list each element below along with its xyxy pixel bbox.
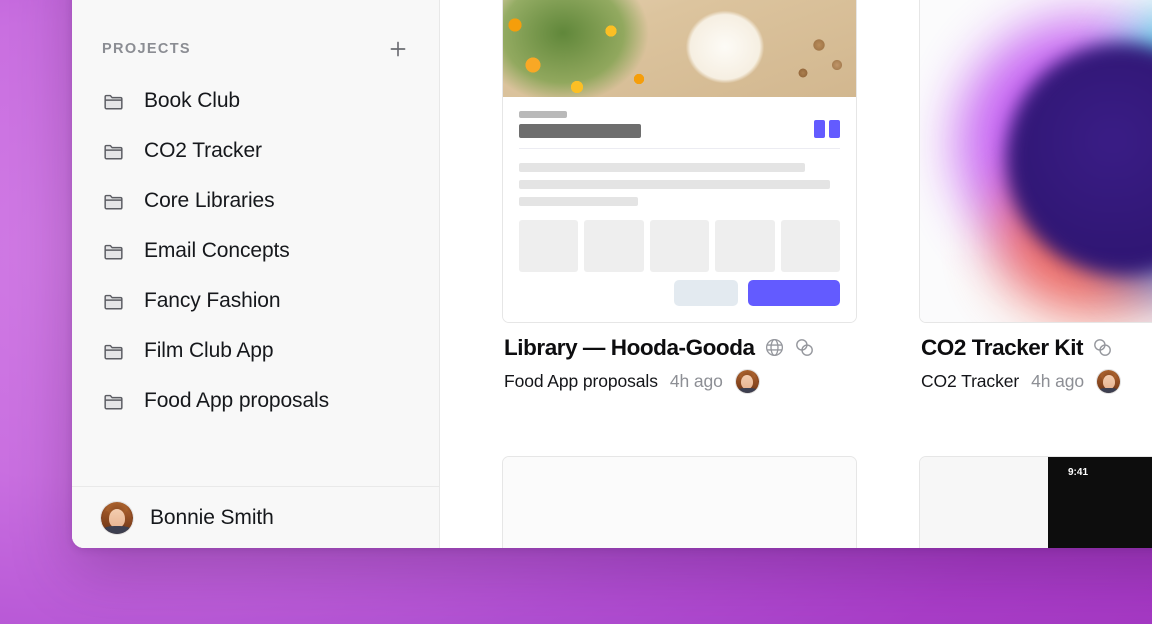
- mockup-hero-image: [503, 0, 856, 97]
- folder-icon: [100, 288, 126, 314]
- mockup-secondary-button: [674, 280, 738, 306]
- sidebar-item-fancy-fashion[interactable]: Fancy Fashion: [72, 276, 439, 326]
- mockup-buttons: [503, 280, 856, 322]
- globe-icon: [764, 337, 785, 358]
- file-card-library-hooda-gooda[interactable]: Library — Hooda-Gooda: [502, 0, 857, 394]
- folder-icon: [100, 88, 126, 114]
- phone-mockup: 9:41: [920, 457, 1152, 548]
- sidebar-item-core-libraries[interactable]: Core Libraries: [72, 176, 439, 226]
- file-project: CO2 Tracker: [921, 371, 1019, 392]
- strip-thumb: [650, 220, 709, 272]
- strip-thumb: [781, 220, 840, 272]
- file-title: Library — Hooda-Gooda: [504, 335, 755, 361]
- mockup-text-lines: [503, 149, 856, 206]
- user-name: Bonnie Smith: [150, 506, 274, 530]
- file-updated: 4h ago: [1031, 371, 1084, 392]
- main-content: Library — Hooda-Gooda: [440, 0, 1152, 548]
- sidebar-item-food-app-proposals[interactable]: Food App proposals: [72, 376, 439, 426]
- sidebar-section-projects: PROJECTS: [72, 22, 439, 76]
- mockup-title-bar: [519, 124, 641, 138]
- sidebar-item-label: Email Concepts: [144, 239, 290, 263]
- sidebar-item-label: Book Club: [144, 89, 240, 113]
- sidebar-item-label: Fancy Fashion: [144, 289, 280, 313]
- file-grid: Library — Hooda-Gooda: [502, 0, 1152, 548]
- phone-screen: 9:41: [1048, 457, 1152, 548]
- file-thumbnail[interactable]: [502, 0, 857, 323]
- strip-thumb: [584, 220, 643, 272]
- file-subinfo: Food App proposals 4h ago: [504, 369, 855, 394]
- sidebar: Trash PROJECTS Book Club: [72, 0, 440, 548]
- file-thumbnail[interactable]: [919, 0, 1152, 323]
- folder-icon: [100, 238, 126, 264]
- file-subinfo: CO2 Tracker 4h ago: [921, 369, 1152, 394]
- strip-thumb: [715, 220, 774, 272]
- file-card-row2-2[interactable]: 9:41: [919, 456, 1152, 548]
- file-card-row2-1[interactable]: [502, 456, 857, 548]
- component-icon: [1092, 337, 1113, 358]
- file-title: CO2 Tracker Kit: [921, 335, 1083, 361]
- mockup-eyebrow-bar: [519, 111, 567, 118]
- folder-icon: [100, 188, 126, 214]
- file-meta: Library — Hooda-Gooda: [502, 323, 857, 394]
- sidebar-item-book-club[interactable]: Book Club: [72, 76, 439, 126]
- folder-icon: [100, 388, 126, 414]
- sidebar-item-label: Core Libraries: [144, 189, 275, 213]
- folder-icon: [100, 338, 126, 364]
- file-title-row: Library — Hooda-Gooda: [504, 335, 855, 361]
- mockup-thumbnail-strip: [503, 206, 856, 272]
- status-time: 9:41: [1068, 467, 1088, 478]
- file-title-row: CO2 Tracker Kit: [921, 335, 1152, 361]
- mockup-action-squares: [814, 120, 840, 138]
- folder-icon: [100, 138, 126, 164]
- section-title: PROJECTS: [102, 41, 191, 57]
- component-icon: [794, 337, 815, 358]
- avatar: [1096, 369, 1121, 394]
- file-card-co2-tracker-kit[interactable]: CO2 Tracker Kit CO2 Tracker 4h ago: [919, 0, 1152, 394]
- avatar: [100, 501, 134, 535]
- mockup-header: [503, 97, 856, 148]
- avatar: [735, 369, 760, 394]
- file-thumbnail[interactable]: 9:41: [919, 456, 1152, 548]
- strip-thumb: [519, 220, 578, 272]
- sidebar-user-row[interactable]: Bonnie Smith: [72, 486, 439, 548]
- file-project: Food App proposals: [504, 371, 658, 392]
- sidebar-item-film-club-app[interactable]: Film Club App: [72, 326, 439, 376]
- sidebar-item-email-concepts[interactable]: Email Concepts: [72, 226, 439, 276]
- gradient-blob-mockup: [920, 0, 1152, 322]
- file-meta: CO2 Tracker Kit CO2 Tracker 4h ago: [919, 323, 1152, 394]
- food-app-mockup: [503, 0, 856, 322]
- sidebar-scroll-area[interactable]: Trash PROJECTS Book Club: [72, 0, 439, 486]
- file-updated: 4h ago: [670, 371, 723, 392]
- sidebar-item-co2-tracker[interactable]: CO2 Tracker: [72, 126, 439, 176]
- app-window: Trash PROJECTS Book Club: [72, 0, 1152, 548]
- file-thumbnail[interactable]: [502, 456, 857, 548]
- sidebar-item-label: Food App proposals: [144, 389, 329, 413]
- sidebar-item-label: Film Club App: [144, 339, 273, 363]
- plus-icon[interactable]: [383, 34, 413, 64]
- mockup-primary-button: [748, 280, 840, 306]
- blank-mockup: [503, 457, 856, 548]
- sidebar-item-label: CO2 Tracker: [144, 139, 262, 163]
